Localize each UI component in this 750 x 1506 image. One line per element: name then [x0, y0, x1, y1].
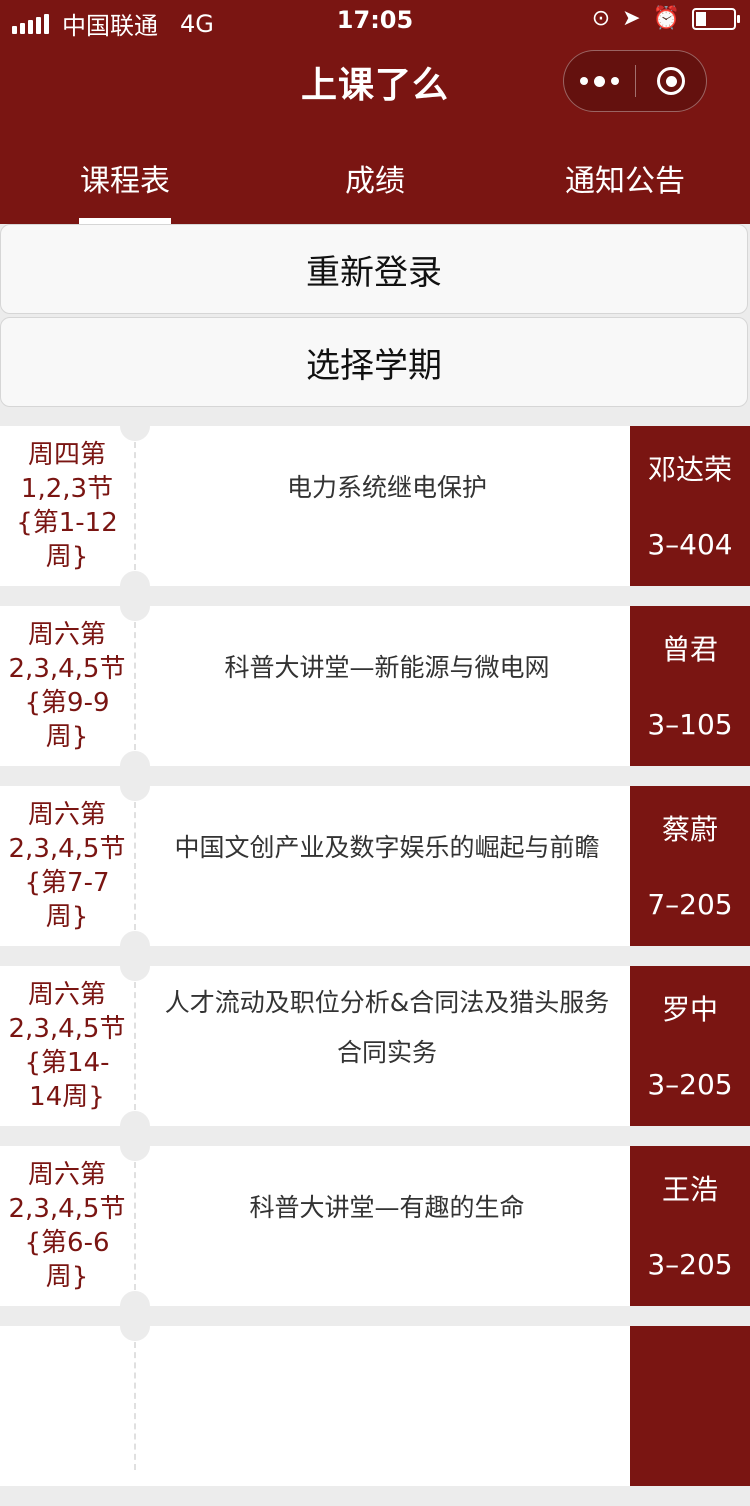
course-name: 人才流动及职位分析&合同法及猎头服务合同实务	[164, 988, 610, 1067]
course-list: 周四第1,2,3节{第1-12周} 电力系统继电保护 邓达荣 3–404 周六第…	[0, 411, 750, 1506]
course-card-partial[interactable]	[0, 1311, 750, 1486]
divider	[134, 1162, 136, 1290]
alarm-icon: ⏰	[652, 6, 680, 31]
tab-schedule[interactable]: 课程表	[0, 150, 250, 224]
divider	[134, 982, 136, 1110]
course-name: 中国文创产业及数字娱乐的崛起与前瞻	[174, 833, 600, 862]
tab-notices[interactable]: 通知公告	[500, 150, 750, 224]
tab-grades[interactable]: 成绩	[250, 150, 500, 224]
capsule-close-icon[interactable]	[636, 51, 706, 111]
course-card[interactable]: 周六第2,3,4,5节{第14-14周} 人才流动及职位分析&合同法及猎头服务合…	[0, 951, 750, 1141]
course-room: 3–205	[647, 1248, 733, 1281]
select-term-button[interactable]: 选择学期	[0, 317, 748, 407]
course-room: 3–404	[647, 528, 733, 561]
course-time: 周六第2,3,4,5节{第14-14周}	[8, 980, 126, 1112]
course-teacher: 蔡蔚	[661, 813, 718, 846]
course-time: 周六第2,3,4,5节{第6-6周}	[8, 1160, 126, 1292]
relogin-button[interactable]: 重新登录	[0, 224, 748, 314]
course-card[interactable]: 周六第2,3,4,5节{第7-7周} 中国文创产业及数字娱乐的崛起与前瞻 蔡蔚 …	[0, 771, 750, 961]
course-room: 7–205	[647, 888, 733, 921]
course-side-panel: 邓达荣 3–404	[630, 426, 750, 586]
mini-program-capsule	[563, 50, 707, 112]
course-teacher: 曾君	[661, 633, 718, 666]
tab-bar: 课程表 成绩 通知公告	[0, 150, 750, 224]
course-side-panel	[630, 1326, 750, 1486]
course-side-panel: 蔡蔚 7–205	[630, 786, 750, 946]
course-side-panel: 曾君 3–105	[630, 606, 750, 766]
course-room: 3–105	[647, 708, 733, 741]
course-name: 科普大讲堂—有趣的生命	[249, 1193, 525, 1222]
course-card[interactable]: 周四第1,2,3节{第1-12周} 电力系统继电保护 邓达荣 3–404	[0, 411, 750, 601]
course-teacher: 罗中	[661, 993, 718, 1026]
course-time: 周六第2,3,4,5节{第7-7周}	[8, 800, 126, 932]
course-card[interactable]: 周六第2,3,4,5节{第6-6周} 科普大讲堂—有趣的生命 王浩 3–205	[0, 1131, 750, 1321]
location-arrow-icon: ➤	[622, 6, 641, 31]
divider	[134, 1342, 136, 1470]
course-time: 周四第1,2,3节{第1-12周}	[16, 440, 118, 572]
divider	[134, 442, 136, 570]
course-teacher: 邓达荣	[647, 453, 732, 486]
header: 中国联通 4G 17:05 ⊙ ➤ ⏰ 上课了么 课程表 成绩 通知公告	[0, 0, 750, 224]
course-name: 科普大讲堂—新能源与微电网	[224, 653, 550, 682]
course-name: 电力系统继电保护	[286, 473, 487, 502]
course-room: 3–205	[647, 1068, 733, 1101]
divider	[134, 802, 136, 930]
battery-icon	[692, 7, 740, 30]
rotation-lock-icon: ⊙	[591, 6, 611, 31]
course-side-panel: 王浩 3–205	[630, 1146, 750, 1306]
status-bar: 中国联通 4G 17:05 ⊙ ➤ ⏰	[0, 0, 750, 40]
course-teacher: 王浩	[661, 1173, 718, 1206]
course-time: 周六第2,3,4,5节{第9-9周}	[8, 620, 126, 752]
course-card[interactable]: 周六第2,3,4,5节{第9-9周} 科普大讲堂—新能源与微电网 曾君 3–10…	[0, 591, 750, 781]
divider	[134, 622, 136, 750]
more-dots-icon[interactable]	[564, 51, 635, 111]
course-side-panel: 罗中 3–205	[630, 966, 750, 1126]
